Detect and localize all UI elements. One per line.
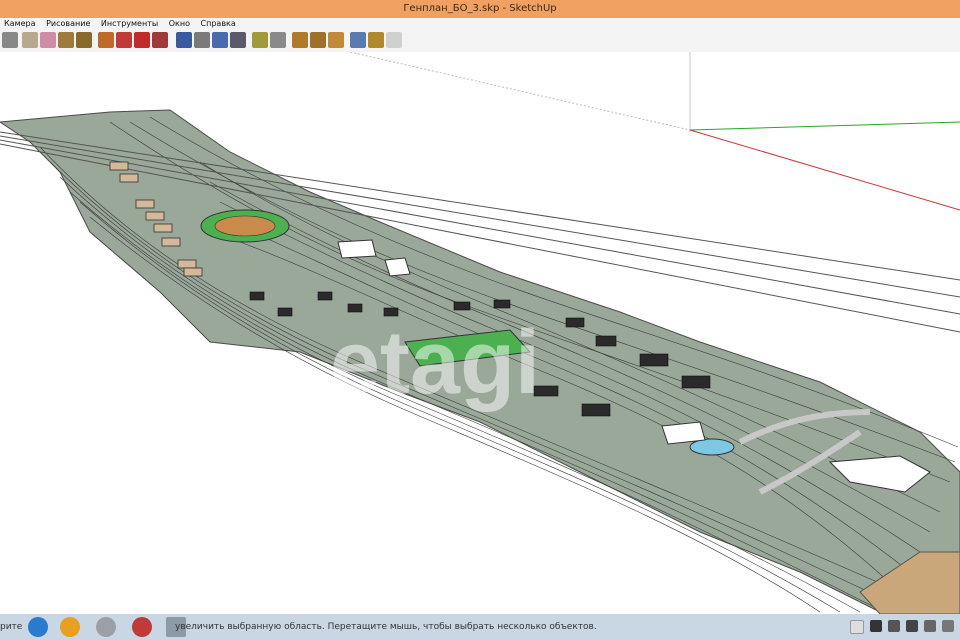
position-camera-icon[interactable] xyxy=(292,32,308,48)
axis-red-line xyxy=(689,129,960,211)
tray-app-icon[interactable] xyxy=(870,620,882,632)
fog-icon[interactable] xyxy=(386,32,402,48)
rotate-icon[interactable] xyxy=(116,32,132,48)
section-icon[interactable] xyxy=(230,32,246,48)
start-text: рите xyxy=(0,622,23,632)
offset-icon[interactable] xyxy=(134,32,150,48)
push-pull-icon[interactable] xyxy=(76,32,92,48)
select-arc-icon[interactable] xyxy=(2,32,18,48)
watermark-domclick: Домклик xyxy=(4,570,136,598)
zoom-extents-icon[interactable] xyxy=(212,32,228,48)
erase-icon[interactable] xyxy=(40,32,56,48)
stadium-field xyxy=(214,215,276,237)
move-icon[interactable] xyxy=(98,32,114,48)
pool-building xyxy=(661,421,706,445)
status-bar: рите увеличить выбранную область. Перета… xyxy=(0,614,960,640)
network-icon[interactable] xyxy=(888,620,900,632)
system-tray xyxy=(850,620,960,634)
orbit-icon[interactable] xyxy=(152,32,168,48)
shadows-icon[interactable] xyxy=(368,32,384,48)
menu-tools[interactable]: Инструменты xyxy=(97,18,162,30)
ie-icon[interactable] xyxy=(28,617,48,637)
materials-icon[interactable] xyxy=(328,32,344,48)
axis-green-line xyxy=(689,121,960,131)
zoom-icon[interactable] xyxy=(194,32,210,48)
walk-icon[interactable] xyxy=(252,32,268,48)
paint-icon[interactable] xyxy=(58,32,74,48)
bluetooth-icon[interactable] xyxy=(906,620,918,632)
app-icon[interactable] xyxy=(96,617,116,637)
chrome-icon[interactable] xyxy=(60,617,80,637)
pan-icon[interactable] xyxy=(176,32,192,48)
eraser-icon[interactable] xyxy=(22,32,38,48)
toolbar xyxy=(0,30,960,53)
menu-bar: Камера Рисование Инструменты Окно Справк… xyxy=(0,18,960,30)
look-around-icon[interactable] xyxy=(270,32,286,48)
window-title: Генплан_БО_3.skp - SketchUp xyxy=(403,3,557,14)
keyboard-icon[interactable] xyxy=(850,620,864,634)
styles-icon[interactable] xyxy=(350,32,366,48)
axis-dashed-line xyxy=(349,52,691,131)
menu-window[interactable]: Окно xyxy=(165,18,194,30)
battery-icon[interactable] xyxy=(942,620,954,632)
building-white-2 xyxy=(384,257,411,277)
model-viewport[interactable]: etagi xyxy=(0,52,960,614)
status-message: увеличить выбранную область. Перетащите … xyxy=(175,622,597,632)
watermark-etagi: etagi xyxy=(330,313,541,413)
menu-help[interactable]: Справка xyxy=(197,18,240,30)
sketchup-taskbar-icon[interactable] xyxy=(132,617,152,637)
components-icon[interactable] xyxy=(310,32,326,48)
menu-camera[interactable]: Камера xyxy=(0,18,40,30)
volume-icon[interactable] xyxy=(924,620,936,632)
building-white-1 xyxy=(337,239,377,259)
menu-draw[interactable]: Рисование xyxy=(42,18,94,30)
title-bar: Генплан_БО_3.skp - SketchUp xyxy=(0,0,960,18)
